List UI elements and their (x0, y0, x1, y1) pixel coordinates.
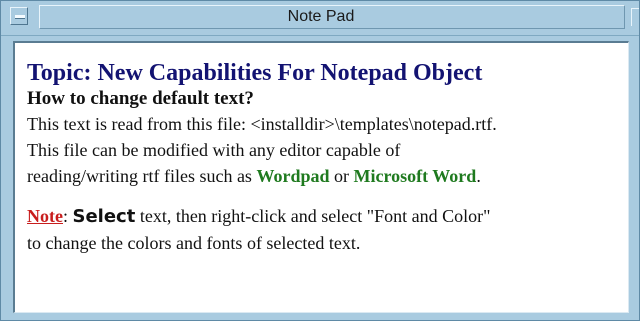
question-heading: How to change default text? (27, 88, 254, 109)
notepad-window: Note Pad Topic: New Capabilities For Not… (0, 0, 640, 321)
line-rtf-middle: or (329, 166, 354, 186)
note-line-2: to change the colors and fonts of select… (27, 233, 361, 253)
window-control-button[interactable] (631, 8, 639, 26)
microsoft-word-label: Microsoft Word (353, 166, 477, 186)
note-colon: : (62, 206, 73, 226)
line-editor-info: This file can be modified with any edito… (27, 140, 401, 160)
title-bar[interactable]: Note Pad (1, 1, 639, 36)
window-title: Note Pad (287, 8, 355, 25)
topic-heading: Topic: New Capabilities For Notepad Obje… (27, 60, 483, 86)
notepad-text[interactable]: Topic: New Capabilities For Notepad Obje… (27, 59, 625, 256)
line-rtf-suffix: . (476, 166, 481, 186)
line-source-file: This text is read from this file: <insta… (27, 114, 497, 134)
select-word: Select (72, 206, 136, 227)
wordpad-label: Wordpad (256, 166, 330, 186)
note-text: text, then right-click and select "Font … (135, 206, 491, 226)
note-label: Note (27, 206, 63, 226)
line-rtf-prefix: reading/writing rtf files such as (27, 166, 257, 186)
line-rtf-editors: reading/writing rtf files such as Wordpa… (27, 163, 625, 189)
notepad-editor[interactable]: Topic: New Capabilities For Notepad Obje… (13, 41, 629, 313)
note-line: Note: Select text, then right-click and … (27, 203, 625, 230)
